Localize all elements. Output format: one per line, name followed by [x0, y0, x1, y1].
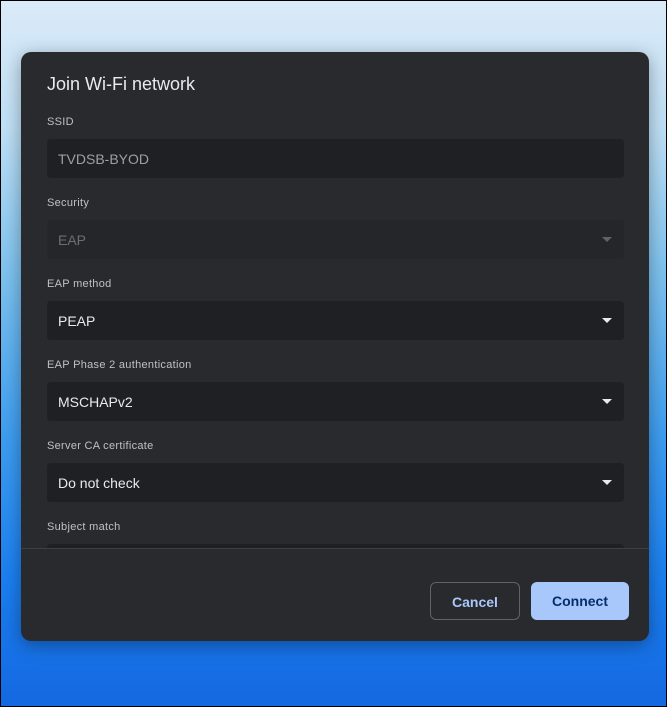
- join-wifi-dialog: Join Wi-Fi network SSID TVDSB-BYOD Secur…: [21, 52, 649, 641]
- dialog-title: Join Wi-Fi network: [47, 74, 196, 94]
- dialog-scroll-area[interactable]: Join Wi-Fi network SSID TVDSB-BYOD Secur…: [21, 52, 649, 548]
- desktop-background: Join Wi-Fi network SSID TVDSB-BYOD Secur…: [0, 0, 667, 707]
- ssid-value: TVDSB-BYOD: [58, 151, 150, 167]
- connect-button[interactable]: Connect: [531, 582, 629, 620]
- chevron-down-icon: [602, 237, 612, 242]
- security-select: EAP: [47, 220, 624, 259]
- chevron-down-icon: [602, 399, 612, 404]
- server-ca-label: Server CA certificate: [47, 440, 154, 452]
- server-ca-select[interactable]: Do not check: [47, 463, 624, 502]
- chevron-down-icon: [602, 318, 612, 323]
- ssid-label: SSID: [47, 116, 74, 128]
- eap-method-value: PEAP: [58, 313, 96, 329]
- ssid-field: TVDSB-BYOD: [47, 139, 624, 178]
- server-ca-value: Do not check: [58, 475, 140, 491]
- security-value: EAP: [58, 232, 87, 248]
- security-label: Security: [47, 197, 90, 209]
- phase2-label: EAP Phase 2 authentication: [47, 359, 192, 371]
- footer-divider: [21, 548, 649, 549]
- eap-method-select[interactable]: PEAP: [47, 301, 624, 340]
- eap-method-label: EAP method: [47, 278, 112, 290]
- phase2-auth-select[interactable]: MSCHAPv2: [47, 382, 624, 421]
- cancel-button[interactable]: Cancel: [430, 582, 520, 620]
- phase2-value: MSCHAPv2: [58, 394, 133, 410]
- chevron-down-icon: [602, 480, 612, 485]
- subject-match-label: Subject match: [47, 521, 121, 533]
